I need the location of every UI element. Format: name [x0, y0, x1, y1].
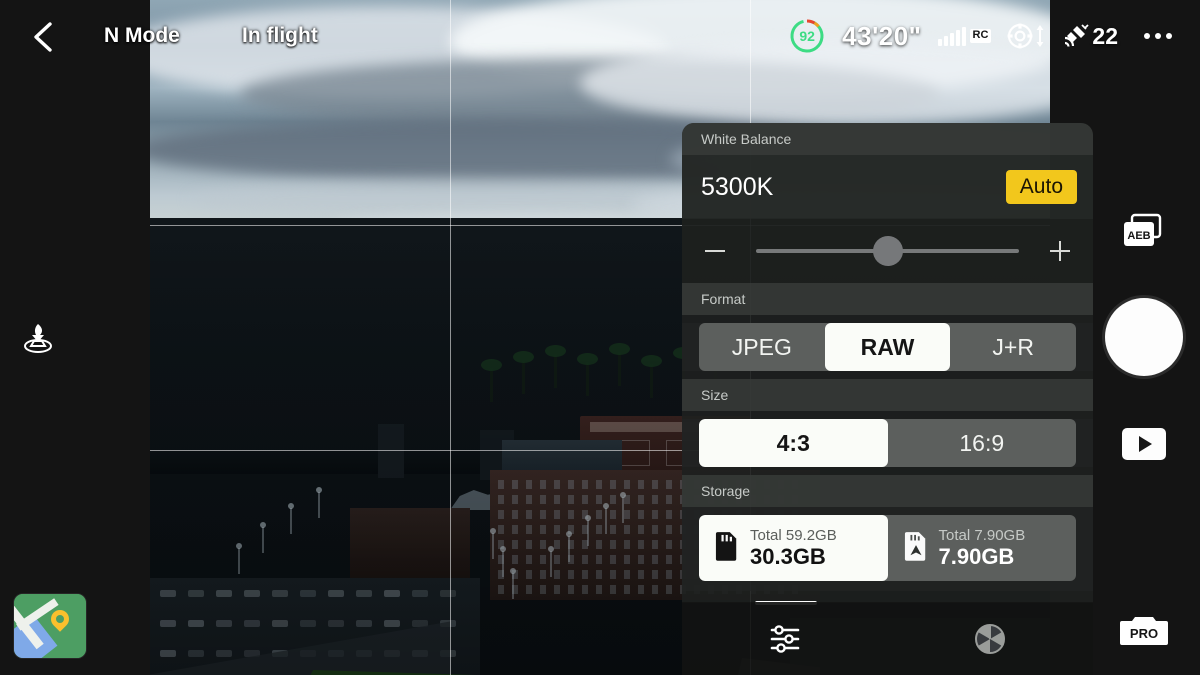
mini-map-icon[interactable] — [14, 594, 86, 658]
white-balance-slider[interactable] — [756, 249, 1019, 253]
minus-icon[interactable] — [702, 238, 728, 264]
white-balance-row: 5300K Auto — [682, 155, 1093, 219]
flight-time: 43'20" — [842, 21, 921, 52]
chevron-left-icon[interactable] — [24, 16, 64, 58]
storage-wrap: Total 59.2GB 30.3GB Total 7.90GB 7.90GB — [682, 507, 1093, 591]
signal-bars-icon[interactable]: RC — [938, 26, 992, 46]
size-option-4-3[interactable]: 4:3 — [699, 419, 888, 467]
vision-positioning-icon[interactable] — [1007, 23, 1046, 49]
aeb-bracketing-icon[interactable]: AEB — [1120, 212, 1166, 252]
tab-camera[interactable] — [888, 622, 1094, 656]
plus-icon[interactable] — [1047, 238, 1073, 264]
storage-option-internal[interactable]: Total 7.90GB 7.90GB — [888, 515, 1077, 581]
storage-selector: Total 59.2GB 30.3GB Total 7.90GB 7.90GB — [699, 515, 1076, 581]
format-segment-wrap: JPEG RAW J+R — [682, 323, 1093, 371]
battery-percent: 92 — [788, 17, 826, 55]
pro-mode-camera-icon[interactable]: PRO — [1120, 612, 1168, 646]
status-indicators: 92 43'20" RC 22 — [788, 17, 1172, 55]
rc-label: RC — [970, 29, 992, 43]
white-balance-value: 5300K — [701, 173, 773, 202]
format-option-jpeg-raw[interactable]: J+R — [950, 323, 1076, 371]
storage-internal-free: 7.90GB — [939, 544, 1026, 570]
storage-sd-total: Total 59.2GB — [750, 527, 837, 544]
storage-option-sd-card[interactable]: Total 59.2GB 30.3GB — [699, 515, 888, 581]
slider-thumb[interactable] — [873, 236, 903, 266]
white-balance-auto-button[interactable]: Auto — [1006, 170, 1077, 204]
format-section-header: Format — [682, 283, 1093, 315]
size-option-16-9[interactable]: 16:9 — [888, 419, 1077, 467]
white-balance-section-header: White Balance — [682, 123, 1093, 155]
aperture-camera-icon — [973, 622, 1007, 656]
satellite-indicator[interactable]: 22 — [1062, 23, 1118, 50]
storage-section-header: Storage — [682, 475, 1093, 507]
size-section-header: Size — [682, 379, 1093, 411]
battery-indicator[interactable]: 92 — [788, 17, 826, 55]
panel-tab-bar — [682, 602, 1093, 675]
format-segmented-control: JPEG RAW J+R — [699, 323, 1076, 371]
white-balance-slider-row — [682, 219, 1093, 283]
format-option-jpeg[interactable]: JPEG — [699, 323, 825, 371]
shutter-button-icon[interactable] — [1105, 298, 1183, 376]
satellite-icon — [1062, 23, 1090, 49]
sliders-settings-icon — [768, 622, 802, 656]
flight-mode-label[interactable]: N Mode — [104, 24, 180, 48]
camera-settings-panel: White Balance 5300K Auto Format JPEG RAW… — [682, 123, 1093, 602]
format-option-raw[interactable]: RAW — [825, 323, 951, 371]
svg-text:AEB: AEB — [1127, 230, 1150, 242]
tab-settings[interactable] — [682, 622, 888, 656]
size-segmented-control: 4:3 16:9 — [699, 419, 1076, 467]
satellite-count: 22 — [1092, 23, 1118, 50]
drone-camera-app: AF AEB PRO N Mode — [0, 0, 1200, 675]
svg-text:PRO: PRO — [1130, 626, 1158, 641]
playback-icon[interactable] — [1122, 428, 1166, 460]
internal-storage-icon — [904, 531, 928, 566]
storage-sd-free: 30.3GB — [750, 544, 837, 570]
return-to-home-icon[interactable] — [18, 318, 58, 358]
size-segment-wrap: 4:3 16:9 — [682, 419, 1093, 467]
sd-card-icon — [715, 531, 739, 566]
storage-internal-total: Total 7.90GB — [939, 527, 1026, 544]
more-options-icon[interactable] — [1144, 33, 1172, 39]
